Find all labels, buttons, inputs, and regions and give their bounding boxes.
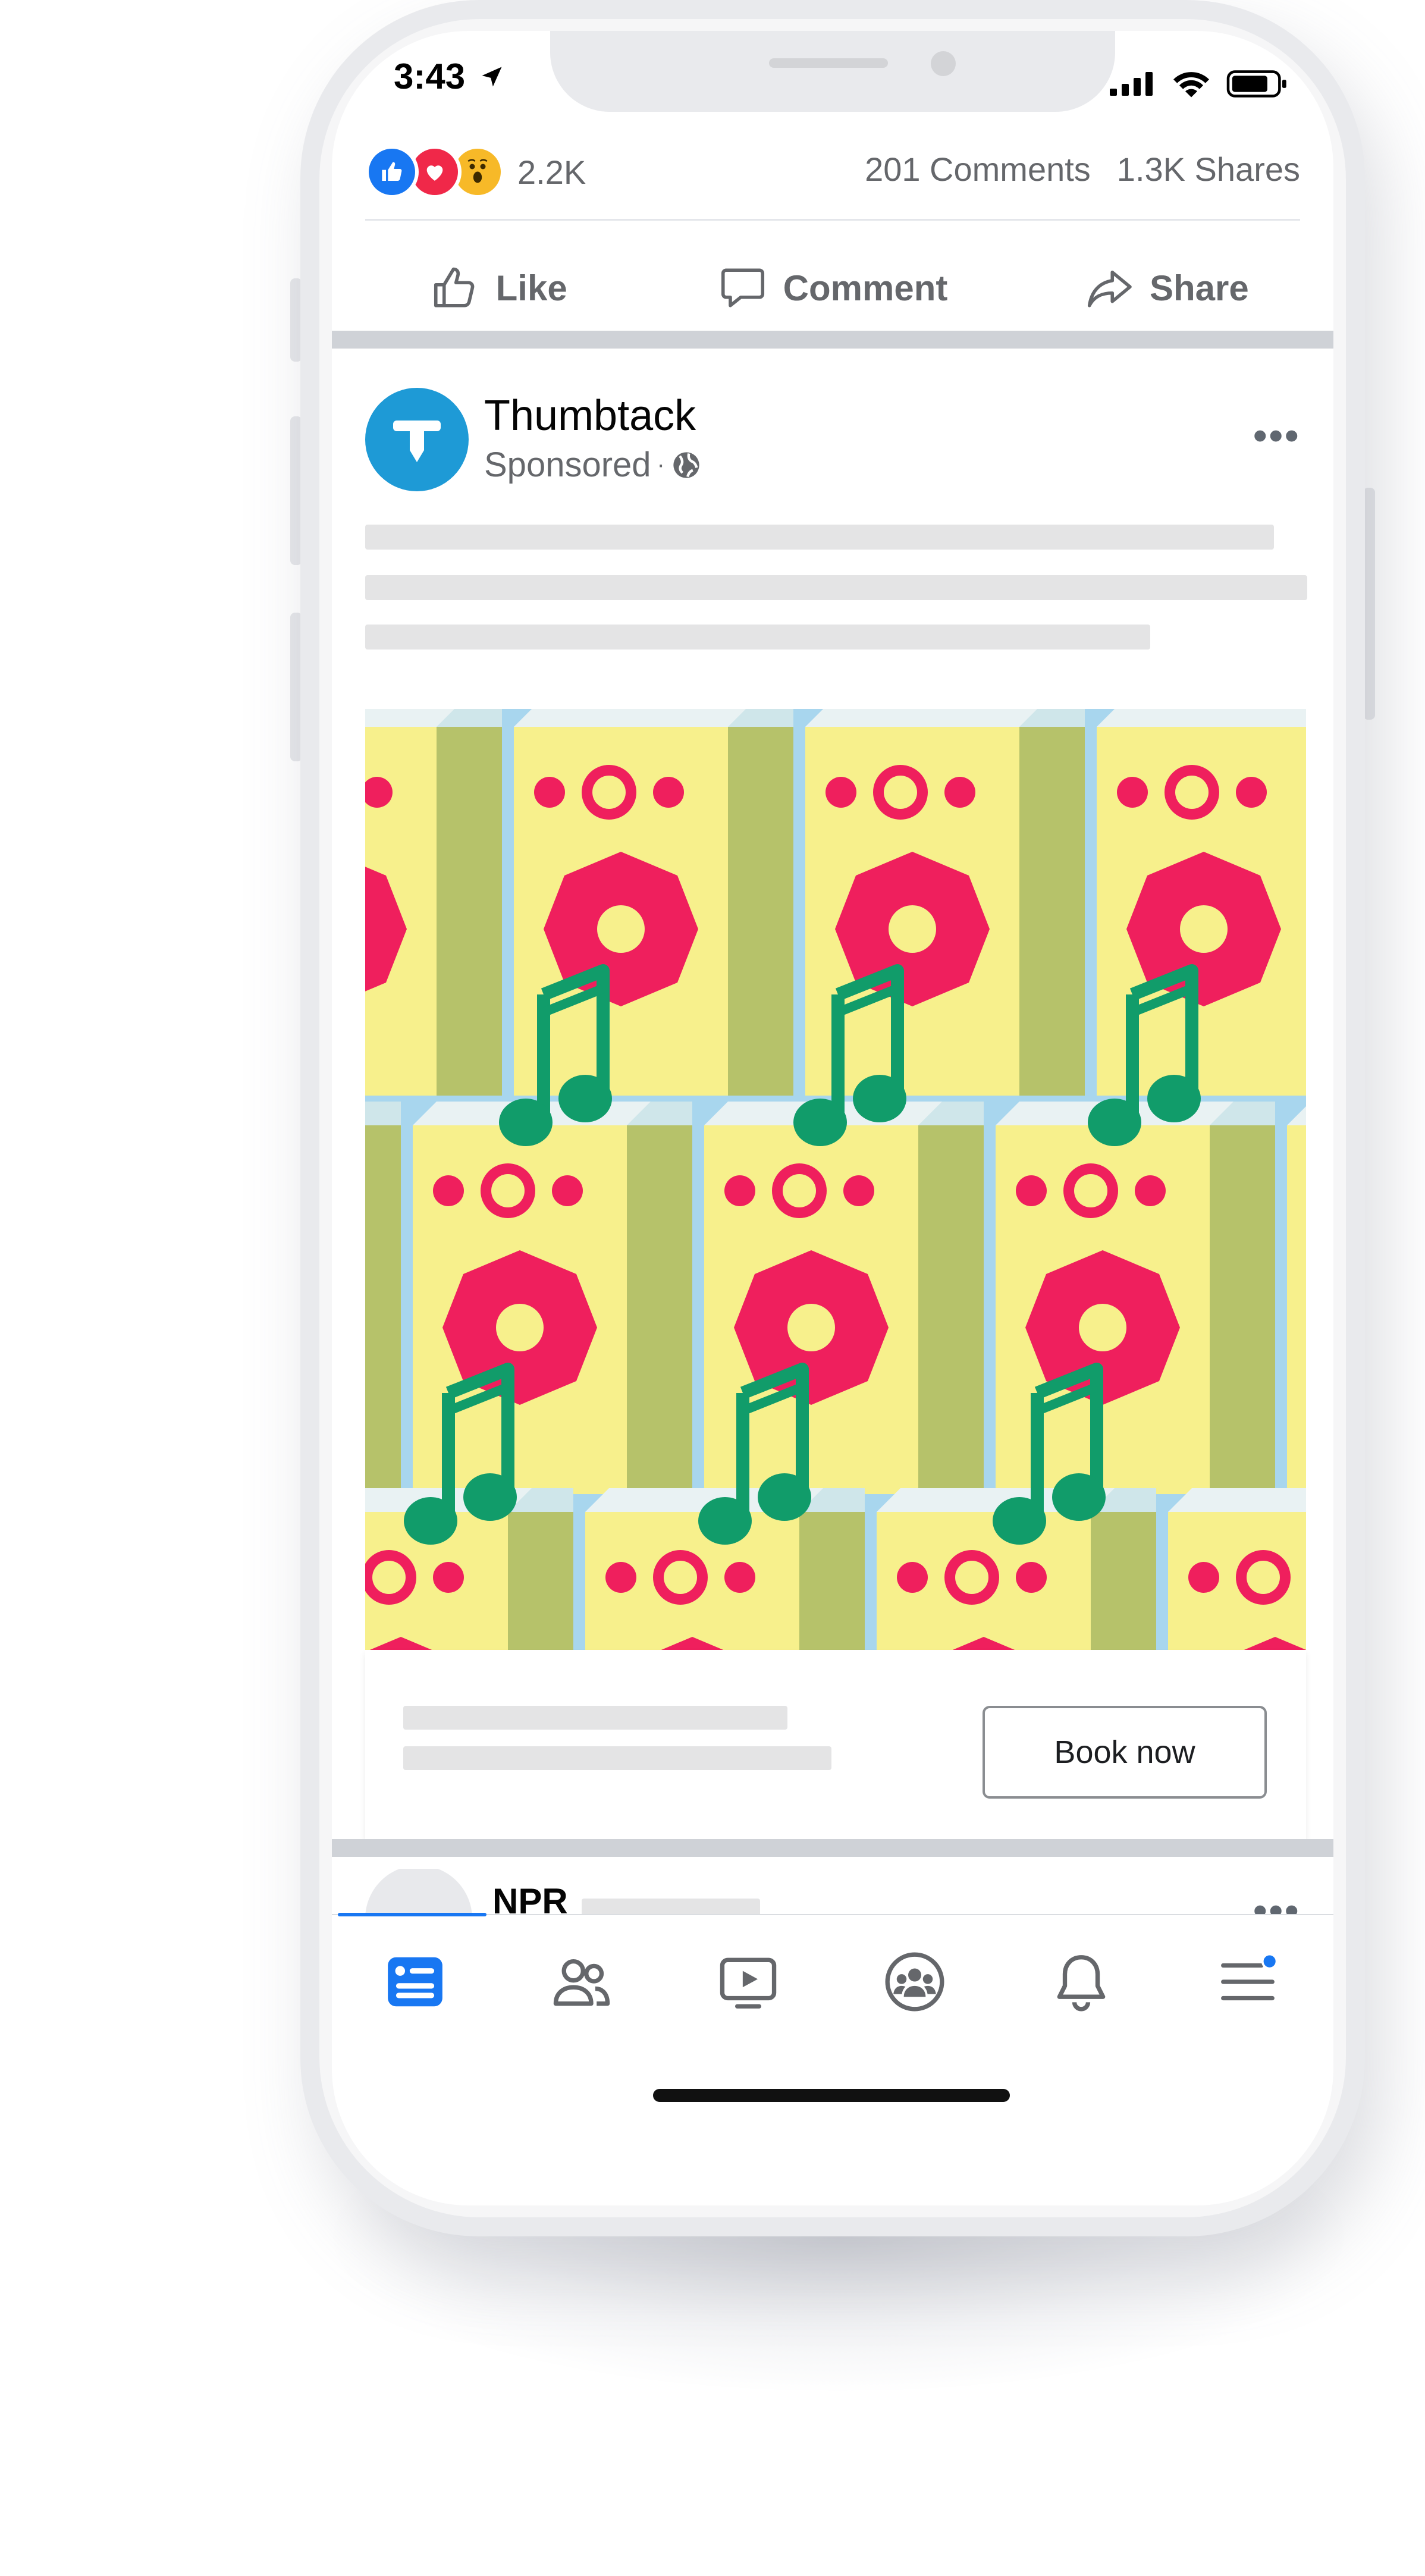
cellular-signal-icon [1110,72,1153,96]
menu-icon [1221,1953,1278,2001]
location-arrow-icon [482,67,502,87]
book-now-button[interactable]: Book now [983,1706,1267,1799]
status-time: 3:43 [394,56,505,97]
caption-placeholder-line [365,525,1274,550]
sponsored-label: Sponsored · [484,445,702,485]
share-button[interactable]: Share [1000,252,1333,324]
more-options-icon[interactable]: ••• [1253,412,1300,459]
notifications-icon [1057,1955,1106,2012]
notifications-tab[interactable] [1046,1946,1117,2017]
shares-count-link[interactable]: 1.3K Shares [1117,150,1300,189]
ad-image[interactable] [365,709,1306,1650]
thumbtack-logo-icon [393,421,441,462]
phone-notch [550,31,1115,112]
post-header: Thumbtack Sponsored · ••• [365,388,1300,501]
friends-icon [553,1959,610,2006]
speaker-grille [769,58,888,68]
status-time-text: 3:43 [394,57,466,96]
watch-tab[interactable] [712,1946,784,2017]
feed-separator [332,1839,1333,1857]
thumbs-up-icon [434,267,474,308]
watch-icon [720,1957,777,2009]
next-post-more-icon[interactable]: ••• [1253,1887,1300,1916]
active-tab-indicator [338,1913,486,1916]
ad-footer: Book now [365,1650,1306,1839]
engagement-counts: 201 Comments 1.3K Shares [865,150,1300,189]
comment-bubble-icon [721,268,764,308]
status-indicators [1110,69,1291,99]
globe-icon [673,451,699,478]
caption-placeholder-line [365,575,1307,600]
comment-label: Comment [783,268,948,308]
dot-separator: · [657,451,665,478]
feed-separator [332,331,1333,349]
caption-placeholder-line [365,625,1150,650]
speaker-pattern-illustration [365,709,1306,1650]
comments-count-link[interactable]: 201 Comments [865,150,1091,189]
like-reaction-icon [365,145,419,199]
divider [365,219,1300,221]
menu-tab[interactable] [1212,1946,1283,2017]
power-button [1363,488,1375,720]
next-page-name[interactable]: NPR [492,1881,568,1916]
news-feed-tab[interactable] [379,1946,451,2017]
headline-placeholder-line [403,1706,787,1730]
headline-placeholder-line [403,1746,831,1770]
like-button[interactable]: Like [332,252,666,324]
thumbtack-avatar[interactable] [365,388,469,491]
groups-tab[interactable] [879,1946,950,2017]
comment-button[interactable]: Comment [666,252,999,324]
battery-icon [1226,70,1286,98]
post-actions: Like Comment Share [332,252,1333,324]
sponsored-text: Sponsored [484,445,651,484]
phone-screen: 3:43 2.2K 201 Comments 1.3K Shares Like … [332,31,1333,2205]
wifi-icon [1173,72,1209,98]
next-post-preview: NPR ••• [332,1869,1333,1916]
npr-avatar[interactable] [365,1869,472,1916]
reaction-count: 2.2K [517,153,586,191]
like-label: Like [495,268,567,308]
front-camera [931,51,956,76]
reactions-summary[interactable]: 2.2K [365,145,586,199]
news-feed-icon [388,1957,442,2007]
bottom-tab-bar [332,1913,1333,2034]
share-arrow-icon [1087,270,1132,308]
share-label: Share [1149,268,1249,308]
groups-icon [885,1952,944,2012]
page-name-link[interactable]: Thumbtack [484,391,696,440]
friends-tab[interactable] [546,1946,617,2017]
home-indicator[interactable] [653,2089,1010,2102]
